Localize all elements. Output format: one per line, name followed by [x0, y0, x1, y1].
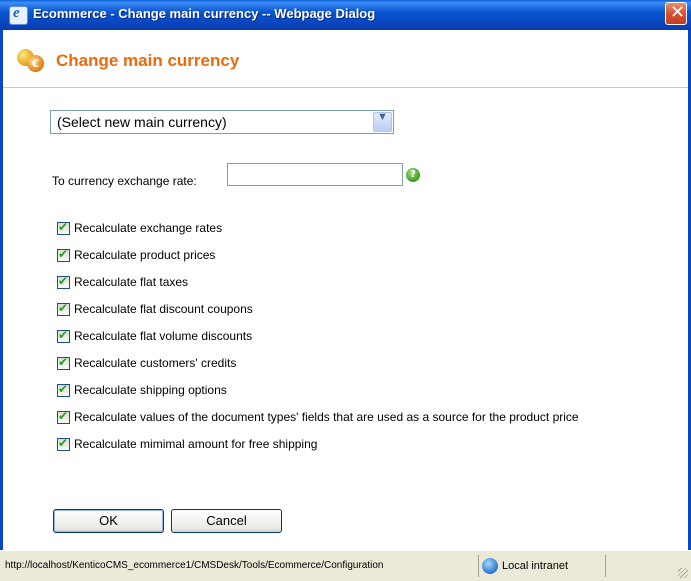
chevron-down-icon: ▼ [377, 111, 388, 123]
status-bar: http://localhost/KenticoCMS_ecommerce1/C… [0, 550, 691, 581]
checkbox[interactable]: ✔ [57, 301, 70, 316]
close-icon: ✕ [670, 2, 686, 23]
checkbox[interactable]: ✔ [57, 328, 70, 343]
help-icon[interactable]: ? [406, 168, 420, 182]
checkbox[interactable]: ✔ [57, 436, 70, 451]
checkbox-label: Recalculate shipping options [74, 383, 227, 397]
globe-icon [482, 558, 498, 574]
checkmark-icon: ✔ [58, 382, 69, 396]
checkmark-icon: ✔ [58, 328, 69, 342]
checkmark-icon: ✔ [58, 274, 69, 288]
exchange-rate-input[interactable] [227, 163, 403, 186]
checkbox-label: Recalculate mimimal amount for free ship… [74, 437, 318, 451]
checkmark-icon: ✔ [58, 301, 69, 315]
currency-select-value: (Select new main currency) [57, 114, 227, 130]
status-divider [605, 555, 606, 577]
checkbox-label: Recalculate product prices [74, 248, 216, 262]
dialog-header: € Change main currency [3, 30, 688, 88]
checkbox-label: Recalculate flat discount coupons [74, 302, 253, 316]
ie-icon: e [9, 5, 28, 25]
title-bar: e Ecommerce - Change main currency -- We… [0, 0, 691, 30]
dropdown-arrow[interactable]: ▼ [373, 111, 392, 132]
checkmark-icon: ✔ [58, 247, 69, 261]
cancel-button[interactable]: Cancel [171, 509, 282, 533]
checkbox[interactable]: ✔ [57, 382, 70, 397]
checkbox-label: Recalculate exchange rates [74, 221, 223, 235]
page-title: Change main currency [56, 51, 240, 70]
checkmark-icon: ✔ [58, 355, 69, 369]
resize-grip-icon[interactable] [678, 568, 688, 578]
security-zone: Local intranet [502, 560, 569, 572]
ok-button[interactable]: OK [53, 509, 164, 533]
checkbox[interactable]: ✔ [57, 220, 70, 235]
checkbox-label: Recalculate values of the document types… [74, 410, 579, 424]
currency-select[interactable]: (Select new main currency) ▼ [50, 110, 394, 134]
status-divider [478, 555, 479, 577]
checkbox[interactable]: ✔ [57, 247, 70, 262]
close-button[interactable]: ✕ [665, 2, 687, 25]
checkbox[interactable]: ✔ [57, 409, 70, 424]
checkbox-label: Recalculate customers' credits [74, 356, 237, 370]
checkbox-label: Recalculate flat volume discounts [74, 329, 253, 343]
window-title: Ecommerce - Change main currency -- Webp… [33, 6, 376, 21]
checkmark-icon: ✔ [58, 409, 69, 423]
coins-icon: € [17, 49, 47, 73]
checkbox-label: Recalculate flat taxes [74, 275, 189, 289]
checkmark-icon: ✔ [58, 436, 69, 450]
dialog-body: (Select new main currency) ▼ To currency… [3, 88, 688, 550]
dialog-frame: € Change main currency (Select new main … [0, 30, 691, 550]
checkmark-icon: ✔ [58, 220, 69, 234]
status-url: http://localhost/KenticoCMS_ecommerce1/C… [5, 560, 384, 571]
checkbox[interactable]: ✔ [57, 355, 70, 370]
exchange-rate-label: To currency exchange rate: [52, 174, 197, 188]
checkbox[interactable]: ✔ [57, 274, 70, 289]
